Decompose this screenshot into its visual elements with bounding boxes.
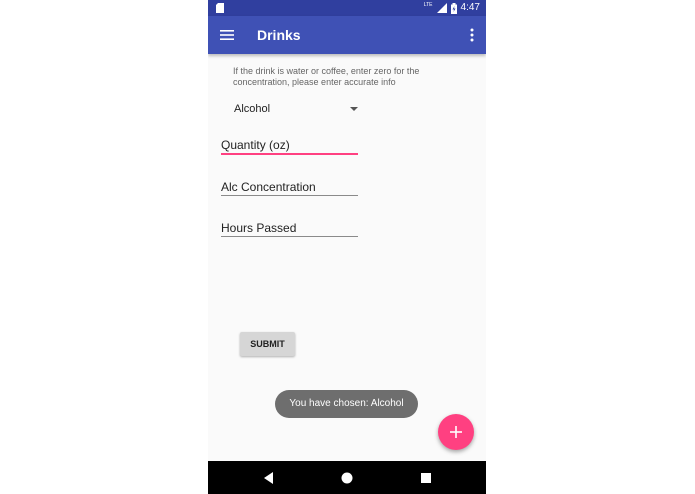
app-bar: Drinks	[208, 16, 486, 54]
network-type-label: LTE	[423, 2, 433, 8]
home-icon[interactable]	[341, 472, 353, 484]
menu-icon[interactable]	[220, 28, 234, 42]
add-fab-button[interactable]	[438, 414, 474, 450]
overflow-menu-icon[interactable]	[470, 28, 474, 42]
sd-card-icon	[216, 3, 224, 13]
instructions-text: If the drink is water or coffee, enter z…	[233, 66, 420, 87]
back-icon[interactable]	[263, 472, 275, 484]
drink-type-dropdown[interactable]: Alcohol	[234, 101, 358, 119]
plus-icon	[450, 426, 462, 438]
alc-concentration-input[interactable]	[221, 178, 358, 196]
drink-type-selected: Alcohol	[234, 103, 271, 115]
alc-concentration-field-wrap	[221, 178, 358, 196]
quantity-field-wrap	[221, 137, 358, 155]
quantity-input[interactable]	[221, 137, 358, 155]
signal-icon	[436, 3, 447, 13]
recents-icon[interactable]	[420, 472, 432, 484]
submit-button[interactable]: SUBMIT	[240, 332, 295, 356]
hours-passed-input[interactable]	[221, 219, 358, 237]
dropdown-arrow-icon	[350, 107, 358, 111]
navigation-bar	[208, 461, 486, 494]
toast-message: You have chosen: Alcohol	[275, 390, 418, 418]
status-time: 4:47	[460, 2, 480, 13]
phone-screen: LTE 4:47 Drinks If the drink is water or…	[208, 0, 486, 494]
page-title: Drinks	[257, 27, 301, 43]
battery-icon	[450, 2, 457, 14]
status-icons: LTE 4:47	[424, 2, 480, 14]
hours-passed-field-wrap	[221, 219, 358, 237]
status-bar: LTE 4:47	[208, 0, 486, 16]
